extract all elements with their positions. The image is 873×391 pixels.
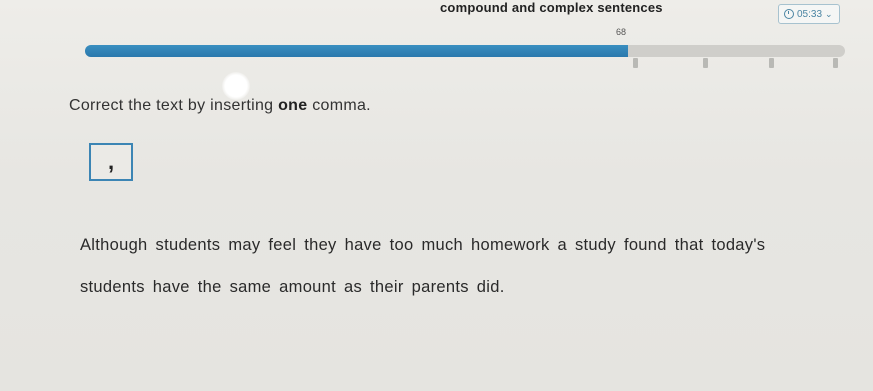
progress-marker [833,58,838,68]
sentence-word[interactable]: study [575,236,616,254]
sentence-word[interactable]: parents [412,278,469,296]
sentence-word[interactable]: may [228,236,260,254]
draggable-comma-tile[interactable]: , [89,143,133,181]
timer-value: 05:33 [797,8,823,20]
instruction-emphasis: one [278,97,308,114]
progress-bar [85,45,845,57]
sentence-word[interactable]: their [370,278,404,296]
sentence-word[interactable]: a [558,236,567,254]
instruction-text-end: comma. [307,97,371,114]
sentence-word[interactable]: Although [80,236,148,254]
sentence-line-1: Although students may feel they have too much ho… [80,224,840,266]
sentence-word[interactable]: found [624,236,667,254]
progress-score: 68 [616,27,627,37]
clock-icon [784,9,794,19]
sentence-word[interactable]: have [153,278,190,296]
practice-page: compound and complex sentences 05:33 ⌄ 6… [0,0,873,391]
progress-marker [633,58,638,68]
sentence-word[interactable]: have [345,236,382,254]
sentence-word[interactable]: they [304,236,336,254]
sentence-word[interactable]: as [344,278,362,296]
sentence-text: Although students may feel they have too much ho… [80,224,840,308]
sentence-word[interactable]: today's [711,236,765,254]
sentence-word[interactable]: amount [279,278,336,296]
progress-bar-fill [85,45,629,57]
chevron-down-icon: ⌄ [825,8,833,19]
sentence-word[interactable]: too [390,236,414,254]
skill-title: compound and complex sentences [440,0,663,15]
progress-marker [769,58,774,68]
sentence-word[interactable]: same [230,278,272,296]
instruction-text: Correct the text by inserting [69,97,279,114]
screen-glare [222,72,250,100]
sentence-word[interactable]: much [421,236,463,254]
sentence-word[interactable]: that [675,236,704,254]
timer-button[interactable]: 05:33 ⌄ [778,4,840,24]
sentence-word[interactable]: the [198,278,222,296]
sentence-word[interactable]: students [80,278,145,296]
progress-marker [703,58,708,68]
sentence-line-2: students have the same amount as their parents d… [80,266,840,308]
sentence-word[interactable]: homework [471,236,550,254]
sentence-word[interactable]: . [500,278,505,296]
sentence-word[interactable]: did [477,278,500,296]
sentence-word[interactable]: students [156,236,221,254]
question-instruction: Correct the text by inserting one comma. [69,97,371,115]
sentence-word[interactable]: feel [268,236,296,254]
